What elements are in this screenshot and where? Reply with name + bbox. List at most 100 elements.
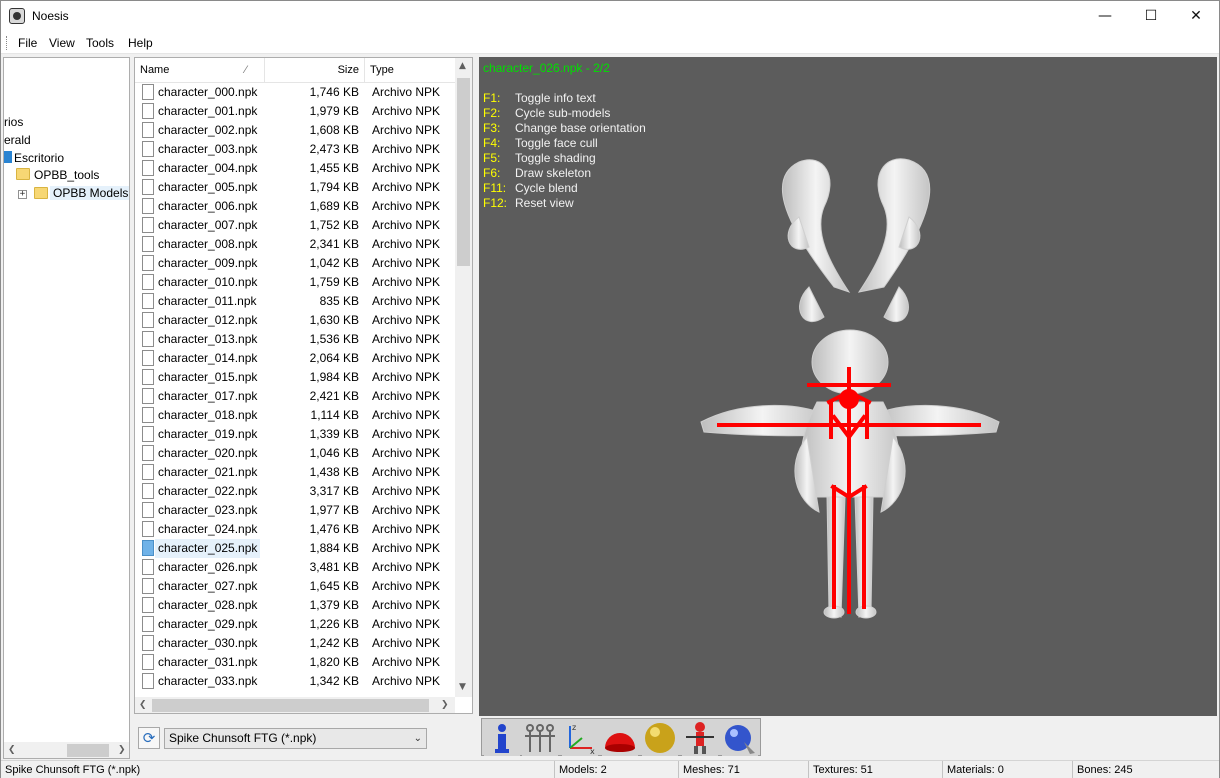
file-type: Archivo NPK <box>372 237 441 251</box>
scroll-left-icon[interactable]: ❮ <box>139 700 147 710</box>
file-row[interactable]: character_015.npk 1,984 KB Archivo NPK <box>135 368 455 387</box>
file-icon <box>142 654 154 670</box>
file-row[interactable]: character_026.npk 3,481 KB Archivo NPK <box>135 558 455 577</box>
menu-file[interactable]: File <box>18 36 37 50</box>
file-name: character_028.npk <box>158 598 258 612</box>
tree-item-opbb-tools[interactable]: OPBB_tools <box>34 168 99 182</box>
skeletons-icon[interactable] <box>522 720 558 756</box>
file-row[interactable]: character_019.npk 1,339 KB Archivo NPK <box>135 425 455 444</box>
file-row[interactable]: character_025.npk 1,884 KB Archivo NPK <box>135 539 455 558</box>
file-row[interactable]: character_027.npk 1,645 KB Archivo NPK <box>135 577 455 596</box>
tree-item-opbb-models[interactable]: OPBB Models <box>50 186 129 200</box>
format-dropdown[interactable]: Spike Chunsoft FTG (*.npk) ⌄ <box>164 728 427 749</box>
file-row[interactable]: character_033.npk 1,342 KB Archivo NPK <box>135 672 455 691</box>
file-icon <box>142 160 154 176</box>
file-icon <box>142 331 154 347</box>
status-bones: Bones: 245 <box>1072 761 1218 778</box>
file-row[interactable]: character_009.npk 1,042 KB Archivo NPK <box>135 254 455 273</box>
file-icon <box>142 521 154 537</box>
file-icon <box>142 141 154 157</box>
file-row[interactable]: character_021.npk 1,438 KB Archivo NPK <box>135 463 455 482</box>
file-row[interactable]: character_024.npk 1,476 KB Archivo NPK <box>135 520 455 539</box>
menu-tools[interactable]: Tools <box>86 36 114 50</box>
file-row[interactable]: character_020.npk 1,046 KB Archivo NPK <box>135 444 455 463</box>
svg-text:x: x <box>590 747 595 756</box>
file-row[interactable]: character_011.npk 835 KB Archivo NPK <box>135 292 455 311</box>
shortcut-key: F5: <box>483 151 501 165</box>
file-row[interactable]: character_018.npk 1,114 KB Archivo NPK <box>135 406 455 425</box>
scroll-down-icon[interactable]: ▼ <box>459 682 466 692</box>
info-icon[interactable] <box>484 720 520 756</box>
file-row[interactable]: character_022.npk 3,317 KB Archivo NPK <box>135 482 455 501</box>
menu-grip <box>6 36 8 50</box>
shortcut-key: F2: <box>483 106 501 120</box>
file-row[interactable]: character_002.npk 1,608 KB Archivo NPK <box>135 121 455 140</box>
file-row[interactable]: character_001.npk 1,979 KB Archivo NPK <box>135 102 455 121</box>
file-size: 1,794 KB <box>309 180 359 194</box>
model-viewport[interactable]: character_026.npk - 2/2 F1: Toggle info t… <box>479 57 1217 716</box>
sphere-icon[interactable] <box>642 720 678 756</box>
dome-icon[interactable] <box>602 720 638 756</box>
file-list-scroll-thumb[interactable] <box>457 78 470 266</box>
file-row[interactable]: character_028.npk 1,379 KB Archivo NPK <box>135 596 455 615</box>
file-row[interactable]: character_017.npk 2,421 KB Archivo NPK <box>135 387 455 406</box>
minimize-button[interactable]: — <box>1082 1 1128 32</box>
menu-view[interactable]: View <box>49 36 75 50</box>
refresh-button[interactable]: ⟳ <box>138 727 160 749</box>
file-type: Archivo NPK <box>372 427 441 441</box>
column-header-type[interactable]: Type <box>365 58 455 83</box>
material-sphere-icon[interactable] <box>722 720 758 756</box>
menu-help[interactable]: Help <box>128 36 153 50</box>
column-header-size[interactable]: Size <box>265 58 365 83</box>
file-row[interactable]: character_012.npk 1,630 KB Archivo NPK <box>135 311 455 330</box>
file-list-horizontal-scrollbar[interactable]: ❮ ❯ <box>135 697 455 713</box>
status-bar: Spike Chunsoft FTG (*.npk) Models: 2 Mes… <box>1 760 1219 778</box>
file-row[interactable]: character_007.npk 1,752 KB Archivo NPK <box>135 216 455 235</box>
file-name: character_002.npk <box>158 123 258 137</box>
axes-icon[interactable]: z x <box>562 720 598 756</box>
tree-item-rios[interactable]: rios <box>4 115 23 129</box>
file-row[interactable]: character_014.npk 2,064 KB Archivo NPK <box>135 349 455 368</box>
file-size: 1,046 KB <box>309 446 359 460</box>
title-bar: Noesis — ☐ ✕ <box>1 1 1219 32</box>
shortcut-description: Cycle blend <box>515 181 578 195</box>
shortcut-description: Reset view <box>515 196 574 210</box>
tree-scroll-thumb[interactable] <box>67 744 109 757</box>
file-row[interactable]: character_010.npk 1,759 KB Archivo NPK <box>135 273 455 292</box>
file-list-hscroll-thumb[interactable] <box>152 699 429 712</box>
close-button[interactable]: ✕ <box>1173 1 1219 32</box>
file-row[interactable]: character_030.npk 1,242 KB Archivo NPK <box>135 634 455 653</box>
file-row[interactable]: character_008.npk 2,341 KB Archivo NPK <box>135 235 455 254</box>
file-list-vertical-scrollbar[interactable]: ▲ ▼ <box>455 58 472 697</box>
file-row[interactable]: character_029.npk 1,226 KB Archivo NPK <box>135 615 455 634</box>
scroll-left-icon[interactable]: ❮ <box>8 745 16 755</box>
file-row[interactable]: character_031.npk 1,820 KB Archivo NPK <box>135 653 455 672</box>
scroll-right-icon[interactable]: ❯ <box>441 700 449 710</box>
column-header-name[interactable]: Name ⁄ <box>135 58 265 83</box>
file-type: Archivo NPK <box>372 161 441 175</box>
file-name: character_031.npk <box>158 655 258 669</box>
file-icon <box>142 293 154 309</box>
file-row[interactable]: character_006.npk 1,689 KB Archivo NPK <box>135 197 455 216</box>
rig-icon[interactable] <box>682 720 718 756</box>
file-row[interactable]: character_004.npk 1,455 KB Archivo NPK <box>135 159 455 178</box>
scroll-up-icon[interactable]: ▲ <box>459 61 466 71</box>
tree-horizontal-scrollbar[interactable]: ❮ ❯ <box>4 742 129 758</box>
file-row[interactable]: character_000.npk 1,746 KB Archivo NPK <box>135 83 455 102</box>
file-name: character_006.npk <box>158 199 258 213</box>
file-row[interactable]: character_003.npk 2,473 KB Archivo NPK <box>135 140 455 159</box>
file-type: Archivo NPK <box>372 351 441 365</box>
shortcut-description: Toggle face cull <box>515 136 598 150</box>
file-name: character_029.npk <box>158 617 258 631</box>
tree-item-erald[interactable]: erald <box>4 133 31 147</box>
file-row[interactable]: character_023.npk 1,977 KB Archivo NPK <box>135 501 455 520</box>
file-name: character_025.npk <box>155 539 261 558</box>
expand-toggle[interactable]: + <box>18 190 27 199</box>
scroll-right-icon[interactable]: ❯ <box>118 745 126 755</box>
tree-item-escritorio[interactable]: Escritorio <box>14 151 64 165</box>
file-row[interactable]: character_005.npk 1,794 KB Archivo NPK <box>135 178 455 197</box>
maximize-button[interactable]: ☐ <box>1128 1 1174 32</box>
file-size: 1,242 KB <box>309 636 359 650</box>
window-title: Noesis <box>32 9 69 23</box>
file-row[interactable]: character_013.npk 1,536 KB Archivo NPK <box>135 330 455 349</box>
